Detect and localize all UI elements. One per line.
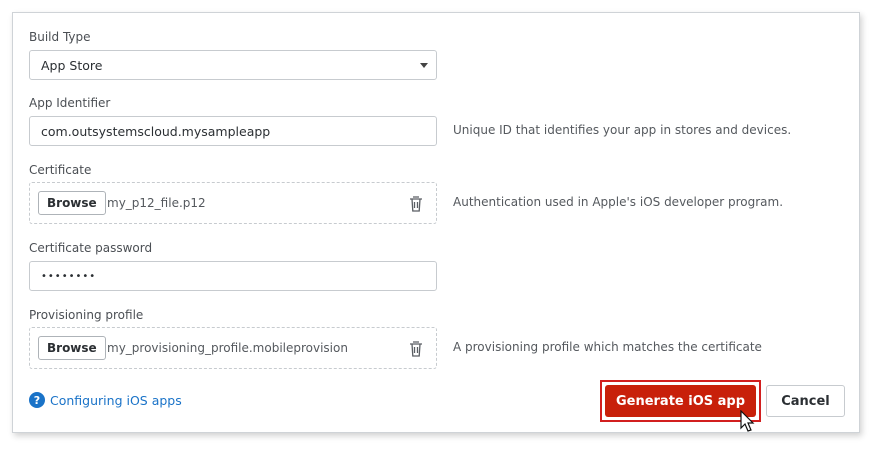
help-link[interactable]: ? Configuring iOS apps: [29, 392, 182, 408]
app-identifier-value: com.outsystemscloud.mysampleapp: [41, 123, 271, 139]
certificate-file-box: Browse my_p12_file.p12: [29, 182, 437, 224]
cancel-button[interactable]: Cancel: [766, 385, 845, 417]
build-type-select[interactable]: App Store: [29, 50, 437, 80]
generate-ios-app-button[interactable]: Generate iOS app: [605, 385, 756, 417]
certificate-password-value: ••••••••: [41, 270, 97, 282]
provisioning-file-box: Browse my_provisioning_profile.mobilepro…: [29, 327, 437, 369]
help-link-label: Configuring iOS apps: [50, 392, 182, 408]
ios-build-panel: Build Type App Store App Identifier com.…: [12, 12, 860, 433]
dialog-canvas: Build Type App Store App Identifier com.…: [0, 0, 883, 456]
trash-icon[interactable]: [408, 195, 424, 213]
help-circle-icon: ?: [29, 392, 45, 408]
mouse-pointer-icon: [740, 410, 755, 432]
certificate-hint: Authentication used in Apple's iOS devel…: [453, 195, 784, 209]
build-type-label: Build Type: [29, 30, 91, 44]
certificate-password-input[interactable]: ••••••••: [29, 261, 437, 291]
certificate-label: Certificate: [29, 163, 92, 177]
app-identifier-label: App Identifier: [29, 96, 111, 110]
provisioning-profile-hint: A provisioning profile which matches the…: [453, 340, 762, 354]
trash-icon[interactable]: [408, 340, 424, 358]
build-type-value: App Store: [41, 57, 103, 73]
chevron-down-icon: [420, 63, 428, 68]
provisioning-file-name: my_provisioning_profile.mobileprovision: [107, 341, 348, 355]
certificate-password-label: Certificate password: [29, 241, 153, 255]
app-identifier-hint: Unique ID that identifies your app in st…: [453, 123, 792, 137]
provisioning-profile-label: Provisioning profile: [29, 308, 144, 322]
provisioning-browse-button[interactable]: Browse: [38, 336, 106, 360]
certificate-file-name: my_p12_file.p12: [107, 196, 206, 210]
app-identifier-input[interactable]: com.outsystemscloud.mysampleapp: [29, 116, 437, 146]
certificate-browse-button[interactable]: Browse: [38, 191, 106, 215]
